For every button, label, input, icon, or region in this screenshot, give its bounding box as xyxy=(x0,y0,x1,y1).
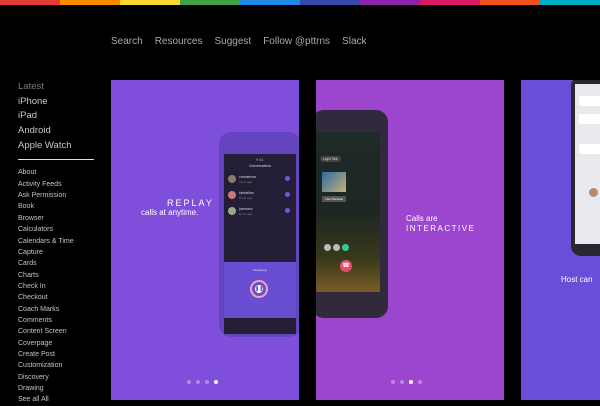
nav-search[interactable]: Search xyxy=(111,36,143,47)
sidebar-item-android[interactable]: Android xyxy=(18,124,98,139)
carousel-dot[interactable] xyxy=(400,380,404,384)
carousel-dot[interactable] xyxy=(214,380,218,384)
sidebar-category-item[interactable]: Coach Marks xyxy=(18,304,98,315)
sidebar-category-item[interactable]: Drawing xyxy=(18,383,98,394)
play-icon xyxy=(285,176,290,181)
card-subheadline: INTERACTIVE xyxy=(406,224,476,233)
pause-icon: ❚❚ xyxy=(255,285,264,293)
carousel-dot[interactable] xyxy=(187,380,191,384)
avatar xyxy=(589,188,598,197)
phone-screen: Light Talk View Website ☎ xyxy=(316,132,380,292)
sidebar-item-ipad[interactable]: iPad xyxy=(18,109,98,124)
end-call-icon: ☎ xyxy=(340,260,352,272)
sidebar-category-item[interactable]: Comments xyxy=(18,315,98,326)
showcase-card-host[interactable]: Host can xyxy=(521,80,600,400)
rainbow-segment xyxy=(120,0,180,5)
play-icon xyxy=(285,208,290,213)
rainbow-segment xyxy=(480,0,540,5)
sidebar-category-item[interactable]: Activity Feeds xyxy=(18,179,98,190)
rainbow-segment xyxy=(420,0,480,5)
sidebar-category-item[interactable]: Check In xyxy=(18,281,98,292)
category-list: About Activity Feeds Ask Permission Book Bro… xyxy=(18,167,98,405)
carousel-dots xyxy=(187,380,218,384)
sidebar-category-item[interactable]: Coverpage xyxy=(18,338,98,349)
sidebar-item-apple-watch[interactable]: Apple Watch xyxy=(18,139,98,154)
sidebar-category-item[interactable]: Discovery xyxy=(18,372,98,383)
rainbow-segment xyxy=(60,0,120,5)
sidebar-category-item[interactable]: Create Post xyxy=(18,349,98,360)
nav-suggest[interactable]: Suggest xyxy=(215,36,252,47)
showcase-card-replay[interactable]: REPLAY calls at anytime. 9:41 Conversati… xyxy=(111,80,299,400)
rainbow-segment xyxy=(360,0,420,5)
sidebar-divider xyxy=(18,159,94,161)
phone-mockup: Light Talk View Website ☎ xyxy=(316,110,388,318)
phone-screen-title: Conversations xyxy=(248,164,272,168)
sidebar-category-item[interactable]: Ask Permission xyxy=(18,190,98,201)
rainbow-segment xyxy=(540,0,600,5)
sidebar-category-item[interactable]: Browser xyxy=(18,213,98,224)
chat-pill: Light Talk xyxy=(320,156,341,162)
card-headline: Calls are xyxy=(406,214,438,223)
phone-mockup xyxy=(571,80,600,256)
carousel-dot[interactable] xyxy=(205,380,209,384)
sidebar-category-item[interactable]: Calculators xyxy=(18,224,98,235)
rainbow-segment xyxy=(240,0,300,5)
sidebar-category-item[interactable]: About xyxy=(18,167,98,178)
phone-status-bar: 9:41 xyxy=(256,157,264,162)
card-headline: REPLAY xyxy=(167,198,214,208)
open-link-button: View Website xyxy=(322,196,347,202)
showcase-card-interactive[interactable]: Light Talk View Website ☎ Calls are INTE… xyxy=(316,80,504,400)
sidebar-category-item[interactable]: Charts xyxy=(18,270,98,281)
play-icon xyxy=(285,192,290,197)
phone-screen xyxy=(575,84,600,244)
nav-slack[interactable]: Slack xyxy=(342,36,366,47)
sidebar-category-item[interactable]: Cards xyxy=(18,258,98,269)
rainbow-segment xyxy=(0,0,60,5)
list-item: joemond 8 min ago xyxy=(228,206,292,218)
sidebar-item-iphone[interactable]: iPhone xyxy=(18,95,98,110)
top-navigation: Search Resources Suggest Follow @pttrns … xyxy=(111,36,367,47)
carousel-dot[interactable] xyxy=(409,380,413,384)
rainbow-bar xyxy=(0,0,600,5)
shared-image xyxy=(322,172,346,192)
carousel-dot[interactable] xyxy=(391,380,395,384)
sidebar-category-item[interactable]: Calendars & Time xyxy=(18,236,98,247)
phone-screen: 9:41 Conversations candelmoe 3 min ago ki… xyxy=(224,154,296,334)
nav-follow[interactable]: Follow @pttrns xyxy=(263,36,330,47)
sidebar-category-item[interactable]: Customization xyxy=(18,360,98,371)
platform-list: Latest iPhone iPad Android Apple Watch xyxy=(18,80,98,153)
sidebar-category-item[interactable]: Content Screen xyxy=(18,326,98,337)
sidebar: Latest iPhone iPad Android Apple Watch A… xyxy=(18,80,98,406)
participants xyxy=(324,244,349,251)
card-headline: Host can xyxy=(561,275,593,284)
rainbow-segment xyxy=(180,0,240,5)
rainbow-segment xyxy=(300,0,360,5)
list-item: kimbellan 5 min ago xyxy=(228,190,292,202)
list-item: candelmoe 3 min ago xyxy=(228,174,292,186)
nav-resources[interactable]: Resources xyxy=(155,36,203,47)
sidebar-category-item[interactable]: Book xyxy=(18,201,98,212)
sidebar-category-item[interactable]: Capture xyxy=(18,247,98,258)
carousel-dot[interactable] xyxy=(196,380,200,384)
sidebar-category-item[interactable]: Checkout xyxy=(18,292,98,303)
card-subheadline: calls at anytime. xyxy=(141,208,199,217)
phone-mockup: 9:41 Conversations candelmoe 3 min ago ki… xyxy=(219,132,299,337)
sidebar-item-latest[interactable]: Latest xyxy=(18,80,98,95)
audio-player: Replaying ❚❚ xyxy=(224,262,296,318)
carousel-dots xyxy=(391,380,422,384)
carousel-dot[interactable] xyxy=(418,380,422,384)
